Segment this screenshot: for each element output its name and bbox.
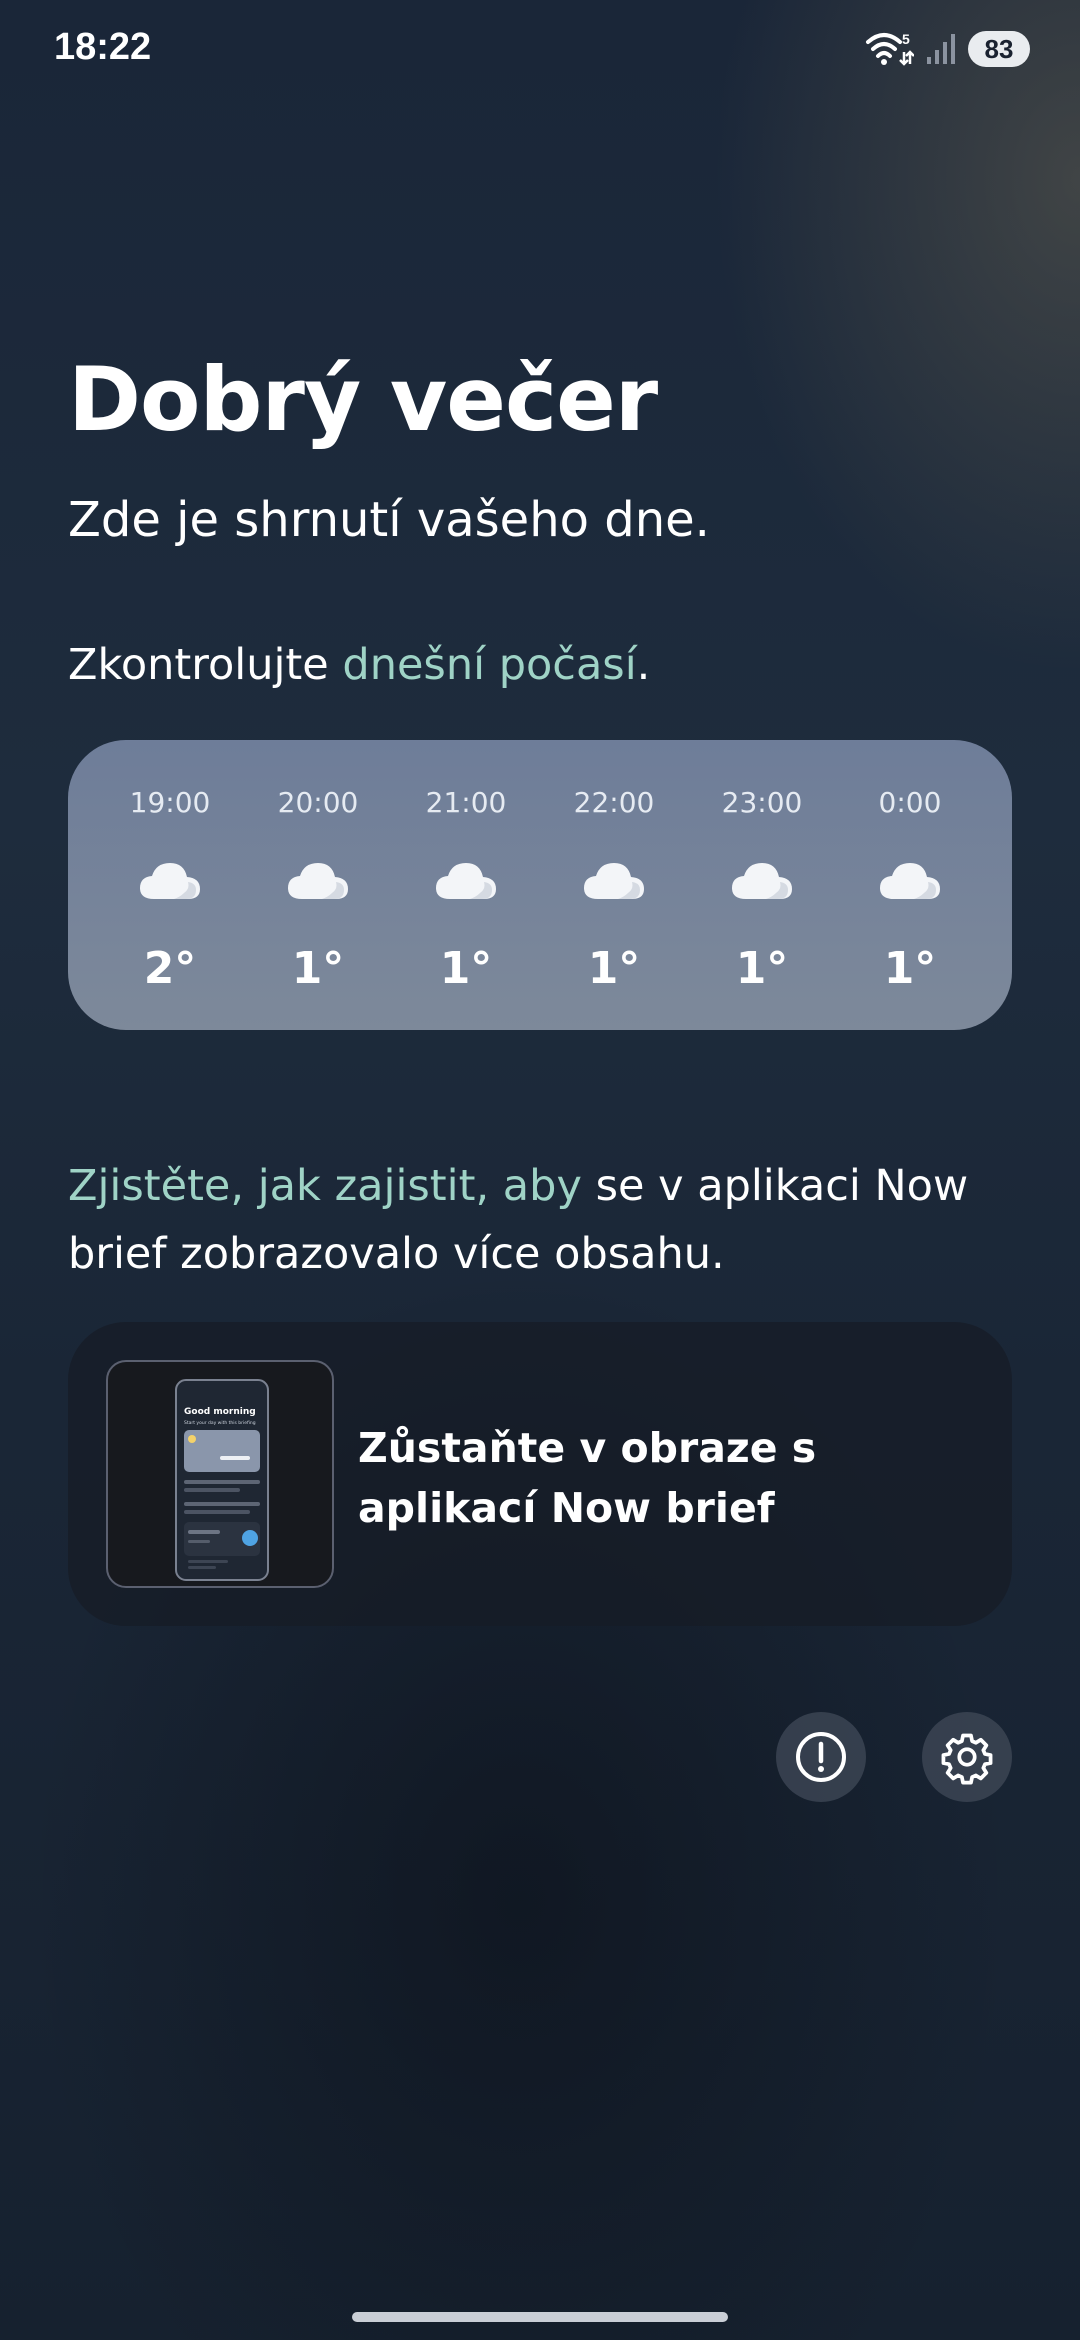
status-bar: 18:22 5 83 [0,0,1080,100]
weather-link[interactable]: dnešní počasí [342,640,636,690]
cloud-icon [878,859,942,903]
weather-prompt-text: Zkontrolujte [68,640,343,690]
forecast-temp: 1° [735,943,789,994]
thumbnail-heading: Good morning [184,1407,256,1417]
cloud-icon [434,859,498,903]
forecast-temp: 1° [439,943,493,994]
forecast-time: 19:00 [129,786,211,819]
wifi-icon: 5 [866,31,914,66]
forecast-hour: 23:00 1° [692,740,832,1030]
day-summary-subtitle: Zde je shrnutí vašeho dne. [68,492,710,548]
now-brief-info-link[interactable]: Zjistěte, jak zajistit, aby [68,1161,582,1211]
cloud-icon [730,859,794,903]
cloud-icon [138,859,202,903]
now-brief-card-title: Zůstaňte v obraze s aplikací Now brief [358,1424,817,1532]
forecast-time: 0:00 [878,786,942,819]
forecast-time: 20:00 [277,786,359,819]
hourly-weather-card[interactable]: 19:00 2° 20:00 1° 21:00 1° 22:00 1° 23:00 1° 0:00 1… [68,740,1012,1030]
status-icons: 5 83 [864,30,1030,68]
alert-circle-icon [796,1732,846,1782]
battery-level: 83 [984,33,1014,64]
weather-prompt: Zkontrolujte dnešní počasí. [68,640,650,690]
greeting-title: Dobrý večer [68,348,658,451]
weather-prompt-end: . [636,640,651,690]
phone-preview-image: Good morning Start your day with this br… [175,1379,269,1581]
forecast-hour: 20:00 1° [248,740,388,1030]
forecast-hour: 19:00 2° [100,740,240,1030]
battery-icon: 83 [968,31,1030,67]
thumbnail-subheading: Start your day with this briefing [184,1420,256,1426]
home-indicator[interactable] [352,2312,728,2322]
forecast-time: 22:00 [573,786,655,819]
now-brief-info: Zjistěte, jak zajistit, aby se v aplikac… [68,1152,1028,1288]
forecast-time: 23:00 [721,786,803,819]
feedback-button[interactable] [776,1712,866,1802]
forecast-temp: 1° [883,943,937,994]
forecast-temp: 2° [143,943,197,994]
forecast-hour: 0:00 1° [840,740,980,1030]
cloud-icon [582,859,646,903]
forecast-hour: 22:00 1° [544,740,684,1030]
mobile-signal-icon [927,34,955,64]
status-time: 18:22 [54,26,152,68]
gear-icon [941,1733,993,1785]
forecast-temp: 1° [587,943,641,994]
cloud-icon [286,859,350,903]
settings-button[interactable] [922,1712,1012,1802]
network-badge: 5 [902,31,910,47]
forecast-temp: 1° [291,943,345,994]
forecast-time: 21:00 [425,786,507,819]
now-brief-card[interactable]: Good morning Start your day with this br… [68,1322,1012,1626]
now-brief-thumbnail: Good morning Start your day with this br… [106,1360,334,1588]
forecast-hour: 21:00 1° [396,740,536,1030]
